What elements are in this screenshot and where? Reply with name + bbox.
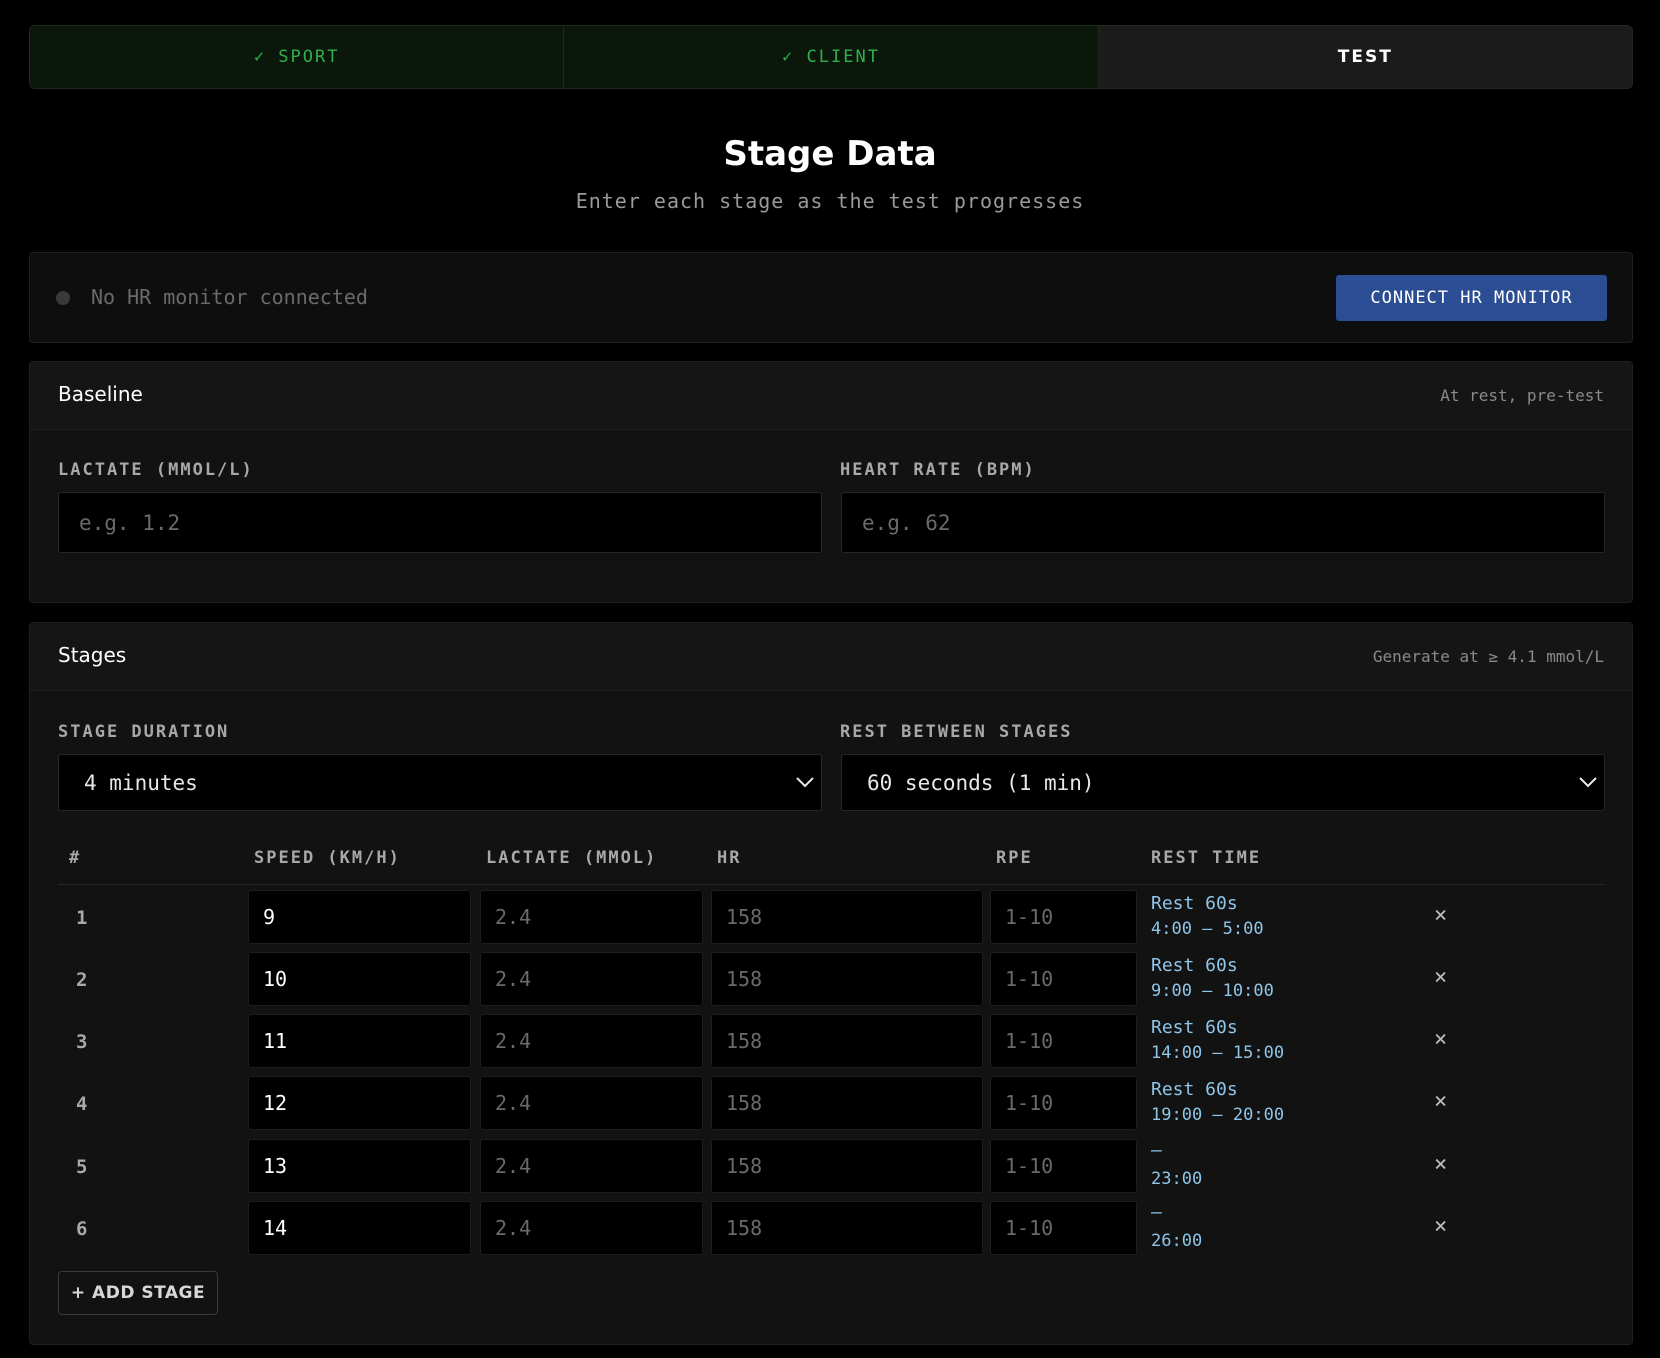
speed-input[interactable]: 11 — [248, 1014, 471, 1068]
row-number: 6 — [76, 1218, 88, 1240]
rpe-input[interactable]: 1-10 — [990, 952, 1137, 1006]
table-header-divider — [58, 884, 1604, 885]
rest-label: Rest 60s — [1151, 1079, 1238, 1100]
baseline-note: At rest, pre-test — [1440, 386, 1604, 405]
rest-time-range: 4:00 – 5:00 — [1151, 919, 1264, 939]
baseline-hr-input[interactable] — [841, 492, 1605, 553]
speed-input[interactable]: 10 — [248, 952, 471, 1006]
hr-monitor-bar: No HR monitor connected CONNECT HR MONIT… — [29, 252, 1633, 343]
table-row: 1 9 2.4 158 1-10 Rest 60s 4:00 – 5:00 × — [0, 890, 1660, 944]
stages-note: Generate at ≥ 4.1 mmol/L — [1372, 647, 1604, 666]
stage-duration-value: 4 minutes — [84, 770, 198, 795]
lactate-input[interactable]: 2.4 — [480, 1076, 703, 1130]
rest-time-range: 26:00 — [1151, 1231, 1203, 1251]
rpe-input[interactable]: 1-10 — [990, 1139, 1137, 1193]
baseline-lactate-input[interactable] — [58, 492, 822, 553]
column-header-lactate: LACTATE (MMOL) — [486, 848, 658, 868]
hr-input[interactable]: 158 — [711, 1201, 983, 1255]
hr-monitor-status: No HR monitor connected — [91, 285, 368, 309]
rest-label: Rest 60s — [1151, 1017, 1238, 1038]
rest-between-label: REST BETWEEN STAGES — [840, 722, 1073, 742]
status-dot-icon — [56, 291, 70, 305]
rest-time-range: 14:00 – 15:00 — [1151, 1043, 1285, 1063]
row-number: 5 — [76, 1156, 88, 1178]
row-number: 1 — [76, 907, 88, 929]
hr-input[interactable]: 158 — [711, 1076, 983, 1130]
add-stage-button[interactable]: + ADD STAGE — [58, 1271, 218, 1315]
rest-time-range: 9:00 – 10:00 — [1151, 981, 1274, 1001]
lactate-input[interactable]: 2.4 — [480, 1139, 703, 1193]
baseline-title: Baseline — [58, 382, 143, 406]
speed-input[interactable]: 9 — [248, 890, 471, 944]
close-icon[interactable]: × — [1434, 965, 1447, 990]
step-client[interactable]: ✓ CLIENT — [564, 26, 1099, 88]
table-row: 6 14 2.4 158 1-10 — 26:00 × — [0, 1201, 1660, 1255]
table-row: 3 11 2.4 158 1-10 Rest 60s 14:00 – 15:00… — [0, 1014, 1660, 1068]
baseline-panel: Baseline At rest, pre-test — [29, 361, 1633, 603]
hr-input[interactable]: 158 — [711, 952, 983, 1006]
page-subtitle: Enter each stage as the test progresses — [575, 189, 1085, 213]
step-test[interactable]: TEST — [1098, 26, 1632, 88]
rest-label: — — [1151, 1140, 1162, 1161]
lactate-input[interactable]: 2.4 — [480, 890, 703, 944]
lactate-input[interactable]: 2.4 — [480, 1014, 703, 1068]
row-number: 4 — [76, 1093, 88, 1115]
rest-between-select[interactable]: 60 seconds (1 min) — [841, 754, 1605, 811]
stages-title: Stages — [58, 643, 127, 667]
baseline-lactate-label: LACTATE (MMOL/L) — [58, 460, 254, 480]
step-tabs: ✓ SPORT ✓ CLIENT TEST — [29, 25, 1633, 89]
rpe-input[interactable]: 1-10 — [990, 1014, 1137, 1068]
baseline-header: Baseline At rest, pre-test — [30, 362, 1632, 430]
close-icon[interactable]: × — [1434, 903, 1447, 928]
rpe-input[interactable]: 1-10 — [990, 890, 1137, 944]
page-title: Stage Data — [723, 134, 937, 174]
stages-header: Stages Generate at ≥ 4.1 mmol/L — [30, 623, 1632, 691]
column-header-hr: HR — [717, 848, 742, 868]
rest-label: Rest 60s — [1151, 893, 1238, 914]
row-number: 2 — [76, 969, 88, 991]
hr-input[interactable]: 158 — [711, 890, 983, 944]
rest-label: Rest 60s — [1151, 955, 1238, 976]
column-header-rpe: RPE — [996, 848, 1033, 868]
column-header-speed: SPEED (KM/H) — [254, 848, 401, 868]
hr-input[interactable]: 158 — [711, 1139, 983, 1193]
speed-input[interactable]: 12 — [248, 1076, 471, 1130]
table-row: 2 10 2.4 158 1-10 Rest 60s 9:00 – 10:00 … — [0, 952, 1660, 1006]
connect-hr-monitor-button[interactable]: CONNECT HR MONITOR — [1336, 275, 1607, 321]
baseline-hr-label: HEART RATE (BPM) — [840, 460, 1036, 480]
rest-time-range: 23:00 — [1151, 1169, 1203, 1189]
rest-label: — — [1151, 1202, 1162, 1223]
rest-between-value: 60 seconds (1 min) — [867, 770, 1095, 795]
rpe-input[interactable]: 1-10 — [990, 1201, 1137, 1255]
stage-duration-select[interactable]: 4 minutes — [58, 754, 822, 811]
chevron-down-icon — [796, 777, 814, 788]
column-header-rest-time: REST TIME — [1151, 848, 1262, 868]
rest-time-range: 19:00 – 20:00 — [1151, 1105, 1285, 1125]
speed-input[interactable]: 14 — [248, 1201, 471, 1255]
close-icon[interactable]: × — [1434, 1214, 1447, 1239]
stage-duration-label: STAGE DURATION — [58, 722, 230, 742]
close-icon[interactable]: × — [1434, 1089, 1447, 1114]
lactate-input[interactable]: 2.4 — [480, 952, 703, 1006]
chevron-down-icon — [1579, 777, 1597, 788]
close-icon[interactable]: × — [1434, 1152, 1447, 1177]
lactate-input[interactable]: 2.4 — [480, 1201, 703, 1255]
rpe-input[interactable]: 1-10 — [990, 1076, 1137, 1130]
close-icon[interactable]: × — [1434, 1027, 1447, 1052]
table-row: 4 12 2.4 158 1-10 Rest 60s 19:00 – 20:00… — [0, 1076, 1660, 1130]
table-row: 5 13 2.4 158 1-10 — 23:00 × — [0, 1139, 1660, 1193]
speed-input[interactable]: 13 — [248, 1139, 471, 1193]
hr-input[interactable]: 158 — [711, 1014, 983, 1068]
step-sport[interactable]: ✓ SPORT — [30, 26, 565, 88]
column-header-number: # — [69, 848, 82, 868]
row-number: 3 — [76, 1031, 88, 1053]
